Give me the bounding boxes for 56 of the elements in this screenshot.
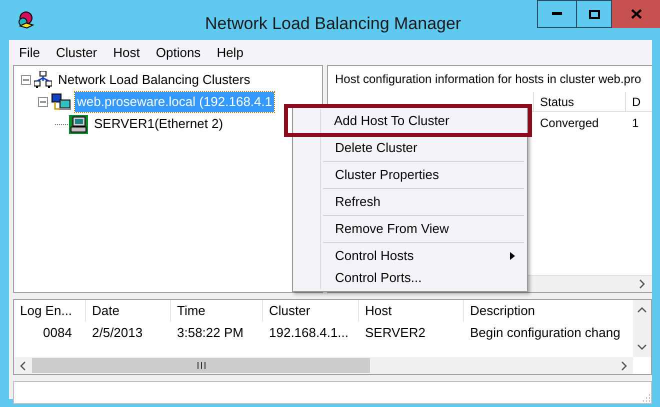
minus-icon [23, 79, 29, 81]
menu-item[interactable]: Cluster [48, 42, 104, 64]
table-cell-text: Begin configuration chang [469, 324, 622, 342]
grip-icon [196, 362, 206, 369]
table-cell-text: Converged [539, 115, 600, 132]
maximize-icon [588, 10, 600, 18]
computers-icon [51, 93, 71, 111]
menu-item[interactable]: File [12, 42, 47, 64]
close-icon [630, 9, 642, 19]
scroll-right-icon[interactable] [638, 279, 646, 289]
menu-item[interactable]: Cluster Properties [293, 159, 527, 186]
menu-item[interactable]: Delete Cluster [293, 137, 527, 159]
menu-item[interactable]: Options [148, 42, 208, 64]
scroll-left-icon[interactable] [19, 360, 27, 370]
column-header[interactable]: Time [171, 300, 263, 322]
column-header[interactable]: Date [86, 300, 171, 322]
table-cell-text: 2/5/2013 [91, 324, 144, 342]
submenu-arrow-icon [510, 252, 515, 260]
tree-item[interactable]: Network Load Balancing Clusters [56, 70, 252, 90]
scrollbar-thumb[interactable] [32, 358, 370, 373]
menu-item[interactable]: Add Host To Cluster [284, 104, 532, 137]
minimize-icon [552, 12, 562, 16]
menu-item[interactable]: Remove From View [293, 213, 527, 240]
menu-item[interactable]: Control Ports... [293, 267, 527, 289]
app-logo-icon [17, 11, 35, 29]
scroll-down-icon[interactable] [637, 344, 647, 351]
column-header[interactable]: Host [359, 300, 464, 322]
network-nodes-icon [34, 71, 52, 89]
table-cell-text: 192.168.4.1... [268, 324, 350, 342]
table-cell-text: 0084 [42, 324, 73, 342]
column-header[interactable]: Status [533, 92, 625, 111]
tree-item[interactable]: SERVER1(Ethernet 2) [92, 114, 226, 134]
menu-item[interactable]: Refresh [293, 186, 527, 213]
menu-item[interactable]: Help [210, 42, 250, 64]
column-header[interactable]: Cluster [263, 300, 359, 322]
minus-icon [40, 101, 46, 103]
panel-heading: Host configuration information for hosts in cluster web.pro [334, 71, 642, 88]
collapse-toggle[interactable] [38, 97, 48, 107]
menu-item[interactable]: Control Hosts [293, 240, 527, 267]
window-title: Network Load Balancing Manager [205, 13, 462, 35]
minimize-button[interactable] [537, 0, 577, 28]
table-cell-text: SERVER2 [364, 324, 426, 342]
vertical-scrollbar[interactable] [633, 300, 651, 357]
horizontal-scrollbar[interactable] [14, 357, 633, 374]
close-button[interactable] [612, 0, 660, 28]
column-header[interactable]: D [625, 92, 649, 111]
collapse-toggle[interactable] [21, 75, 31, 85]
menu-item[interactable]: Host [106, 42, 147, 64]
table-cell-text: 3:58:22 PM [176, 324, 244, 342]
maximize-button[interactable] [577, 0, 612, 28]
resize-grip-icon[interactable] [642, 394, 650, 402]
scroll-up-icon[interactable] [637, 306, 647, 313]
computer-icon [69, 114, 88, 134]
scroll-right-icon[interactable] [620, 360, 628, 370]
column-header[interactable]: Log En... [14, 300, 86, 322]
table-cell-text: 1 [631, 115, 640, 132]
